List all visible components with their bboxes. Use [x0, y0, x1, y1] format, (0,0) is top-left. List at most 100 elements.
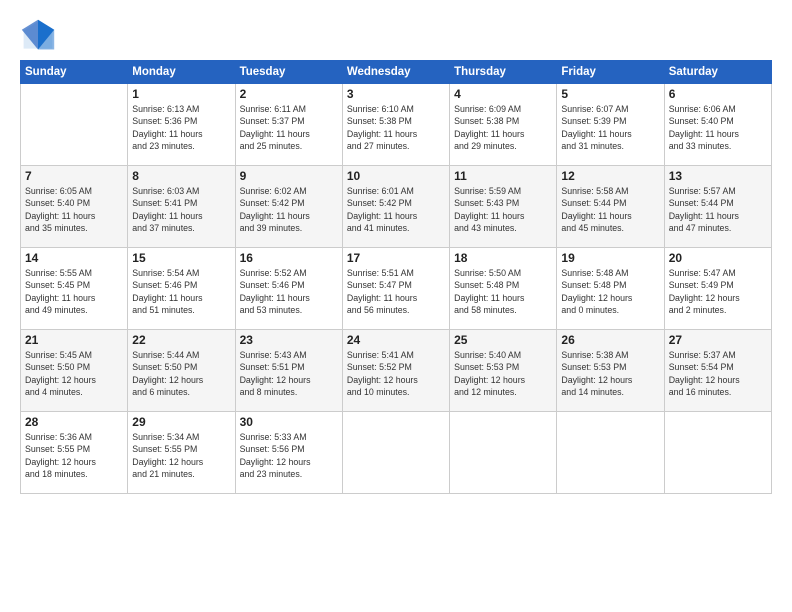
day-number: 1: [132, 87, 230, 101]
week-row-1: 1 Sunrise: 6:13 AM Sunset: 5:36 PM Daylig…: [21, 84, 772, 166]
day-info: Sunrise: 5:45 AM Sunset: 5:50 PM Dayligh…: [25, 349, 123, 398]
calendar-cell: 29 Sunrise: 5:34 AM Sunset: 5:55 PM Dayli…: [128, 412, 235, 494]
day-number: 9: [240, 169, 338, 183]
calendar-cell: 10Sunrise: 6:01 AM Sunset: 5:42 PM Dayli…: [342, 166, 449, 248]
calendar-cell: 19 Sunrise: 5:48 AM Sunset: 5:48 PM Dayli…: [557, 248, 664, 330]
day-info: Sunrise: 6:09 AM Sunset: 5:38 PM Dayligh…: [454, 103, 552, 152]
logo-icon: [20, 18, 56, 54]
day-info: Sunrise: 6:01 AM Sunset: 5:42 PM Dayligh…: [347, 185, 445, 234]
calendar-cell: [21, 84, 128, 166]
calendar-cell: 12 Sunrise: 5:58 AM Sunset: 5:44 PM Dayli…: [557, 166, 664, 248]
calendar-cell: [342, 412, 449, 494]
calendar-cell: 30 Sunrise: 5:33 AM Sunset: 5:56 PM Dayli…: [235, 412, 342, 494]
day-info: Sunrise: 6:02 AM Sunset: 5:42 PM Dayligh…: [240, 185, 338, 234]
day-number: 19: [561, 251, 659, 265]
calendar-cell: 2 Sunrise: 6:11 AM Sunset: 5:37 PM Daylig…: [235, 84, 342, 166]
calendar-cell: 25 Sunrise: 5:40 AM Sunset: 5:53 PM Dayli…: [450, 330, 557, 412]
calendar: SundayMondayTuesdayWednesdayThursdayFrid…: [20, 60, 772, 494]
day-info: Sunrise: 5:41 AM Sunset: 5:52 PM Dayligh…: [347, 349, 445, 398]
weekday-monday: Monday: [128, 61, 235, 84]
calendar-cell: 24 Sunrise: 5:41 AM Sunset: 5:52 PM Dayli…: [342, 330, 449, 412]
day-number: 23: [240, 333, 338, 347]
day-number: 16: [240, 251, 338, 265]
day-info: Sunrise: 6:11 AM Sunset: 5:37 PM Dayligh…: [240, 103, 338, 152]
calendar-cell: 17 Sunrise: 5:51 AM Sunset: 5:47 PM Dayli…: [342, 248, 449, 330]
weekday-friday: Friday: [557, 61, 664, 84]
day-number: 15: [132, 251, 230, 265]
day-info: Sunrise: 5:54 AM Sunset: 5:46 PM Dayligh…: [132, 267, 230, 316]
day-number: 13: [669, 169, 767, 183]
day-info: Sunrise: 6:13 AM Sunset: 5:36 PM Dayligh…: [132, 103, 230, 152]
calendar-cell: 16 Sunrise: 5:52 AM Sunset: 5:46 PM Dayli…: [235, 248, 342, 330]
day-info: Sunrise: 6:05 AM Sunset: 5:40 PM Dayligh…: [25, 185, 123, 234]
day-number: 8: [132, 169, 230, 183]
day-number: 2: [240, 87, 338, 101]
day-info: Sunrise: 6:07 AM Sunset: 5:39 PM Dayligh…: [561, 103, 659, 152]
day-number: 30: [240, 415, 338, 429]
day-info: Sunrise: 5:58 AM Sunset: 5:44 PM Dayligh…: [561, 185, 659, 234]
day-info: Sunrise: 5:55 AM Sunset: 5:45 PM Dayligh…: [25, 267, 123, 316]
day-number: 11: [454, 169, 552, 183]
calendar-cell: 1 Sunrise: 6:13 AM Sunset: 5:36 PM Daylig…: [128, 84, 235, 166]
calendar-cell: [557, 412, 664, 494]
week-row-5: 28Sunrise: 5:36 AM Sunset: 5:55 PM Dayli…: [21, 412, 772, 494]
day-number: 3: [347, 87, 445, 101]
calendar-cell: 9 Sunrise: 6:02 AM Sunset: 5:42 PM Daylig…: [235, 166, 342, 248]
day-number: 12: [561, 169, 659, 183]
calendar-cell: 22 Sunrise: 5:44 AM Sunset: 5:50 PM Dayli…: [128, 330, 235, 412]
day-info: Sunrise: 5:38 AM Sunset: 5:53 PM Dayligh…: [561, 349, 659, 398]
day-info: Sunrise: 5:59 AM Sunset: 5:43 PM Dayligh…: [454, 185, 552, 234]
day-number: 21: [25, 333, 123, 347]
day-info: Sunrise: 5:50 AM Sunset: 5:48 PM Dayligh…: [454, 267, 552, 316]
weekday-wednesday: Wednesday: [342, 61, 449, 84]
calendar-cell: 21 Sunrise: 5:45 AM Sunset: 5:50 PM Dayli…: [21, 330, 128, 412]
day-info: Sunrise: 5:52 AM Sunset: 5:46 PM Dayligh…: [240, 267, 338, 316]
week-row-2: 7Sunrise: 6:05 AM Sunset: 5:40 PM Daylig…: [21, 166, 772, 248]
calendar-cell: 28Sunrise: 5:36 AM Sunset: 5:55 PM Dayli…: [21, 412, 128, 494]
day-number: 25: [454, 333, 552, 347]
weekday-tuesday: Tuesday: [235, 61, 342, 84]
calendar-cell: [450, 412, 557, 494]
calendar-cell: 3 Sunrise: 6:10 AM Sunset: 5:38 PM Daylig…: [342, 84, 449, 166]
day-info: Sunrise: 5:40 AM Sunset: 5:53 PM Dayligh…: [454, 349, 552, 398]
weekday-header-row: SundayMondayTuesdayWednesdayThursdayFrid…: [21, 61, 772, 84]
day-info: Sunrise: 5:47 AM Sunset: 5:49 PM Dayligh…: [669, 267, 767, 316]
day-info: Sunrise: 5:37 AM Sunset: 5:54 PM Dayligh…: [669, 349, 767, 398]
calendar-cell: 11 Sunrise: 5:59 AM Sunset: 5:43 PM Dayli…: [450, 166, 557, 248]
day-number: 26: [561, 333, 659, 347]
day-info: Sunrise: 5:43 AM Sunset: 5:51 PM Dayligh…: [240, 349, 338, 398]
day-info: Sunrise: 6:06 AM Sunset: 5:40 PM Dayligh…: [669, 103, 767, 152]
day-number: 17: [347, 251, 445, 265]
calendar-cell: 15 Sunrise: 5:54 AM Sunset: 5:46 PM Dayli…: [128, 248, 235, 330]
day-number: 14: [25, 251, 123, 265]
calendar-cell: 7Sunrise: 6:05 AM Sunset: 5:40 PM Daylig…: [21, 166, 128, 248]
day-info: Sunrise: 5:44 AM Sunset: 5:50 PM Dayligh…: [132, 349, 230, 398]
calendar-cell: 5 Sunrise: 6:07 AM Sunset: 5:39 PM Daylig…: [557, 84, 664, 166]
calendar-cell: 14 Sunrise: 5:55 AM Sunset: 5:45 PM Dayli…: [21, 248, 128, 330]
day-info: Sunrise: 5:33 AM Sunset: 5:56 PM Dayligh…: [240, 431, 338, 480]
day-number: 4: [454, 87, 552, 101]
day-number: 24: [347, 333, 445, 347]
calendar-cell: 23 Sunrise: 5:43 AM Sunset: 5:51 PM Dayli…: [235, 330, 342, 412]
calendar-cell: 8 Sunrise: 6:03 AM Sunset: 5:41 PM Daylig…: [128, 166, 235, 248]
day-number: 20: [669, 251, 767, 265]
weekday-sunday: Sunday: [21, 61, 128, 84]
day-number: 6: [669, 87, 767, 101]
calendar-cell: 18 Sunrise: 5:50 AM Sunset: 5:48 PM Dayli…: [450, 248, 557, 330]
day-number: 5: [561, 87, 659, 101]
day-number: 22: [132, 333, 230, 347]
day-info: Sunrise: 5:34 AM Sunset: 5:55 PM Dayligh…: [132, 431, 230, 480]
weekday-thursday: Thursday: [450, 61, 557, 84]
day-number: 27: [669, 333, 767, 347]
calendar-cell: 13Sunrise: 5:57 AM Sunset: 5:44 PM Dayli…: [664, 166, 771, 248]
day-info: Sunrise: 6:03 AM Sunset: 5:41 PM Dayligh…: [132, 185, 230, 234]
day-number: 18: [454, 251, 552, 265]
day-info: Sunrise: 6:10 AM Sunset: 5:38 PM Dayligh…: [347, 103, 445, 152]
header: [20, 18, 772, 54]
page: SundayMondayTuesdayWednesdayThursdayFrid…: [0, 0, 792, 612]
logo: [20, 18, 60, 54]
week-row-4: 21 Sunrise: 5:45 AM Sunset: 5:50 PM Dayli…: [21, 330, 772, 412]
day-number: 29: [132, 415, 230, 429]
day-info: Sunrise: 5:51 AM Sunset: 5:47 PM Dayligh…: [347, 267, 445, 316]
day-info: Sunrise: 5:48 AM Sunset: 5:48 PM Dayligh…: [561, 267, 659, 316]
